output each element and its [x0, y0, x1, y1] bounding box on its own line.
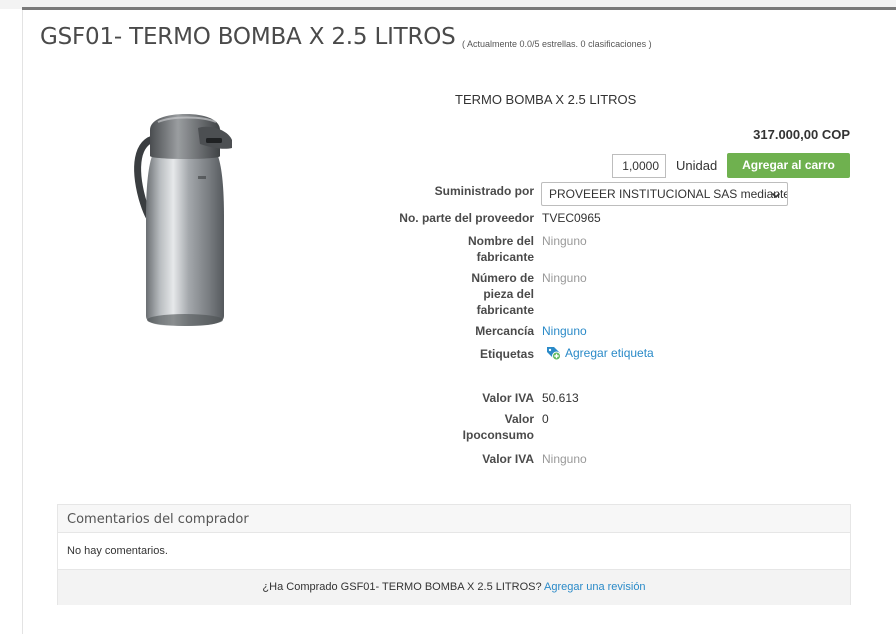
- chevron-down-icon: [771, 192, 781, 199]
- unit-label: Unidad: [676, 158, 718, 173]
- buyer-comments-panel: Comentarios del comprador No hay comenta…: [57, 504, 851, 605]
- manufacturer-part-value: Ninguno: [542, 271, 587, 285]
- supplier-part-value: TVEC0965: [542, 211, 601, 225]
- ipoconsumo-label: Valor Ipoconsumo: [462, 412, 534, 442]
- iva-label: Valor IVA: [482, 391, 534, 405]
- add-tag-icon[interactable]: [545, 344, 562, 361]
- add-review-link[interactable]: Agregar una revisión: [544, 581, 646, 593]
- manufacturer-part-label: Número de pieza del fabricante: [471, 271, 534, 317]
- iva-value: 50.613: [542, 391, 579, 405]
- page-title: GSF01- TERMO BOMBA X 2.5 LITROS: [40, 24, 456, 50]
- comments-title: Comentarios del comprador: [67, 512, 249, 527]
- product-price: 317.000,00 COP: [753, 127, 850, 142]
- supplier-part-label: No. parte del proveedor: [399, 211, 534, 225]
- product-description: TERMO BOMBA X 2.5 LITROS: [455, 92, 637, 107]
- commodity-link[interactable]: Ninguno: [542, 323, 587, 339]
- ipoconsumo-value: 0: [542, 412, 549, 426]
- review-prompt: ¿Ha Comprado GSF01- TERMO BOMBA X 2.5 LI…: [58, 569, 850, 605]
- manufacturer-name-label: Nombre del fabricante: [467, 234, 534, 264]
- tags-label: Etiquetas: [479, 347, 534, 361]
- iva2-value: Ninguno: [542, 452, 587, 466]
- manufacturer-name-value: Ninguno: [542, 234, 587, 248]
- supplied-by-label: Suministrado por: [434, 184, 534, 198]
- quantity-input[interactable]: [612, 154, 666, 178]
- review-prompt-text: ¿Ha Comprado GSF01- TERMO BOMBA X 2.5 LI…: [262, 581, 542, 593]
- product-image: [134, 114, 232, 326]
- iva2-label: Valor IVA: [482, 452, 534, 466]
- no-comments-text: No hay comentarios.: [67, 545, 168, 557]
- comments-header: Comentarios del comprador: [58, 505, 850, 533]
- supplier-select-value: PROVEEER INSTITUCIONAL SAS mediante: [549, 187, 788, 201]
- supplier-select[interactable]: PROVEEER INSTITUCIONAL SAS mediante: [541, 182, 788, 206]
- commodity-label: Mercancía: [475, 324, 534, 338]
- add-tag-link[interactable]: Agregar etiqueta: [565, 346, 654, 360]
- rating-summary: ( Actualmente 0.0/5 estrellas. 0 clasifi…: [462, 39, 652, 49]
- add-to-cart-button[interactable]: Agregar al carro: [727, 153, 850, 178]
